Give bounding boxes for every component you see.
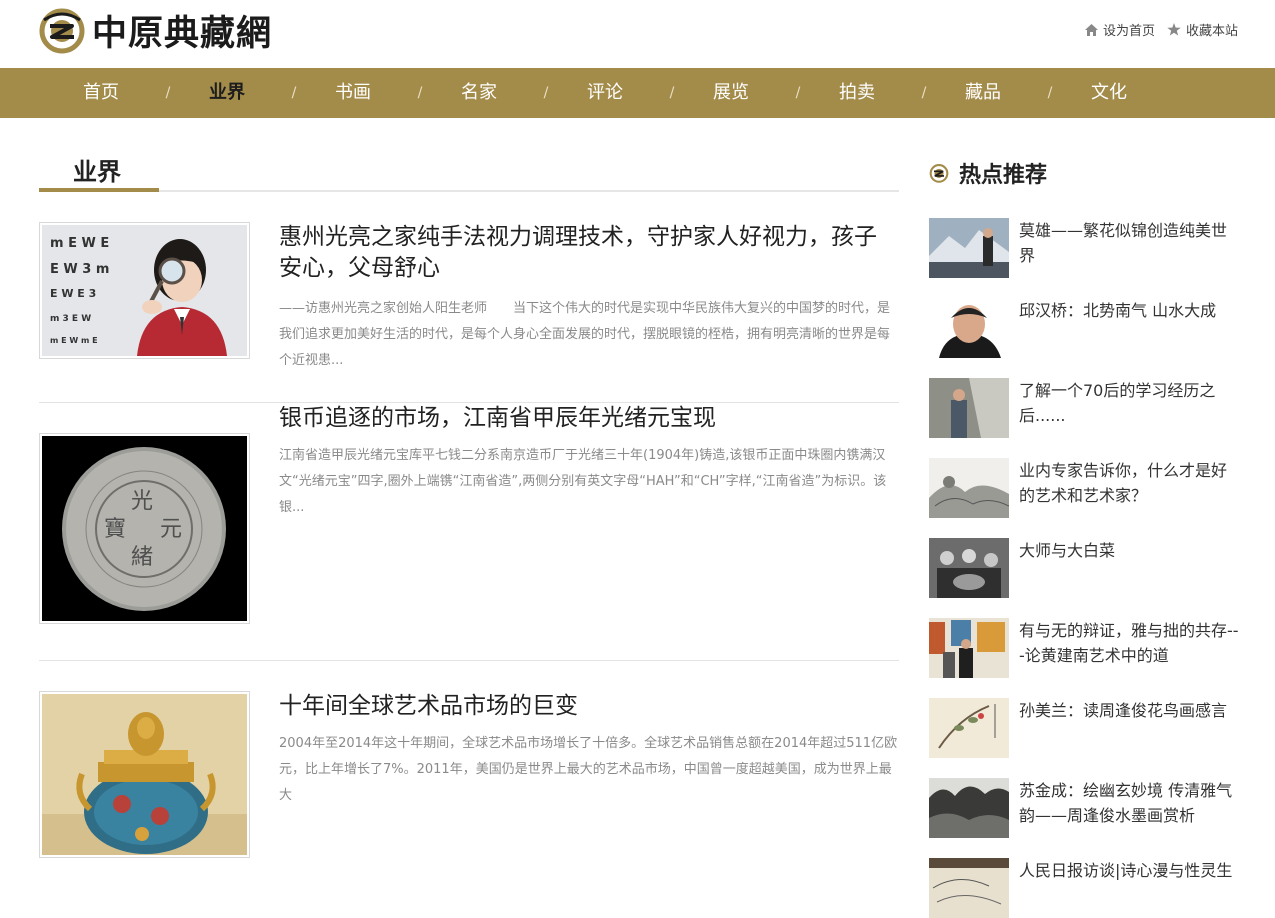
nav-item-painting[interactable]: 书画 xyxy=(335,68,371,118)
sidebar-thumbnail xyxy=(929,618,1009,678)
article-list-section: 业界 m E W E E W 3 m E W E 3 m 3 E W m E W… xyxy=(39,118,899,858)
sidebar-thumbnail xyxy=(929,298,1009,358)
article-title[interactable]: 惠州光亮之家纯手法视力调理技术，守护家人好视力，孩子安心，父母舒心 xyxy=(279,222,894,284)
nav-item-industry[interactable]: 业界 xyxy=(209,68,245,118)
nav-item-culture[interactable]: 文化 xyxy=(1091,68,1127,118)
section-title: 业界 xyxy=(73,158,121,186)
article-summary: 江南省造甲辰光绪元宝库平七钱二分系南京造币厂于光绪三十年(1904年)铸造,该银… xyxy=(279,448,887,515)
article-title[interactable]: 银币追逐的市场，江南省甲辰年光绪元宝现 xyxy=(279,403,894,434)
sidebar-item-title: 苏金成：绘幽玄妙境 传清雅气韵——周逢俊水墨画赏析 xyxy=(1019,781,1233,825)
sidebar-item[interactable]: 孙美兰：读周逢俊花鸟画感言 xyxy=(929,698,1239,758)
article-thumbnail[interactable]: 光 元 寶 緒 xyxy=(39,433,250,624)
sidebar-item[interactable]: 有与无的辩证，雅与拙的共存---论黄建南艺术中的道 xyxy=(929,618,1239,678)
silver-coin-image: 光 元 寶 緒 xyxy=(42,436,247,621)
logo-mark xyxy=(39,8,85,54)
sidebar-item[interactable]: 了解一个70后的学习经历之后...... xyxy=(929,378,1239,438)
home-icon xyxy=(1084,23,1098,36)
sidebar-item[interactable]: 邱汉桥：北势南气 山水大成 xyxy=(929,298,1239,358)
nav-separator: / xyxy=(669,85,675,101)
sidebar-item-title: 大师与大白菜 xyxy=(1019,541,1116,560)
bookmark-link[interactable]: 收藏本站 xyxy=(1167,20,1238,39)
sidebar-item-title: 邱汉桥：北势南气 山水大成 xyxy=(1019,301,1217,320)
nav-separator: / xyxy=(291,85,297,101)
svg-text:緒: 緒 xyxy=(131,545,153,570)
sidebar-item[interactable]: 大师与大白菜 xyxy=(929,538,1239,598)
svg-text:E W E 3: E W E 3 xyxy=(50,287,96,300)
sidebar-item-title: 人民日报访谈|诗心漫与性灵生 xyxy=(1019,861,1233,880)
sidebar-item-title: 有与无的辩证，雅与拙的共存---论黄建南艺术中的道 xyxy=(1019,621,1239,665)
sidebar-item-title: 莫雄——繁花似锦创造纯美世界 xyxy=(1019,221,1228,265)
sidebar-item-title: 业内专家告诉你，什么才是好的艺术和艺术家？ xyxy=(1019,461,1228,505)
section-title-underline xyxy=(39,188,159,192)
site-logo[interactable]: 中原典藏網 xyxy=(38,6,272,54)
sidebar-item-title: 了解一个70后的学习经历之后...... xyxy=(1019,381,1216,425)
article-thumbnail[interactable] xyxy=(39,691,250,858)
svg-text:寶: 寶 xyxy=(104,517,126,542)
article-item: m E W E E W 3 m E W E 3 m 3 E W m E W m … xyxy=(39,222,899,403)
sidebar-item[interactable]: 业内专家告诉你，什么才是好的艺术和艺术家？ xyxy=(929,458,1239,518)
site-header: 中原典藏網 设为首页 收藏本站 xyxy=(0,0,1275,68)
main-nav: 首页 / 业界 / 书画 / 名家 / 评论 / 展览 / 拍卖 / 藏品 / … xyxy=(0,68,1275,118)
nav-item-reviews[interactable]: 评论 xyxy=(587,68,623,118)
set-homepage-link[interactable]: 设为首页 xyxy=(1084,20,1155,39)
sidebar-thumbnail xyxy=(929,778,1009,838)
nav-separator: / xyxy=(921,85,927,101)
nav-separator: / xyxy=(795,85,801,101)
eye-chart-girl-image: m E W E E W 3 m E W E 3 m 3 E W m E W m … xyxy=(42,225,247,356)
section-header: 业界 xyxy=(39,118,899,192)
nav-item-auctions[interactable]: 拍卖 xyxy=(839,68,875,118)
bookmark-label: 收藏本站 xyxy=(1185,24,1238,39)
svg-text:m E W E: m E W E xyxy=(50,236,109,251)
star-icon xyxy=(1167,23,1181,36)
sidebar-item[interactable]: 人民日报访谈|诗心漫与性灵生 xyxy=(929,858,1239,918)
svg-text:光: 光 xyxy=(131,489,153,514)
svg-text:E W 3 m: E W 3 m xyxy=(50,262,109,277)
article-thumbnail[interactable]: m E W E E W 3 m E W E 3 m 3 E W m E W m … xyxy=(39,222,250,359)
svg-text:m 3 E W: m 3 E W xyxy=(50,314,91,324)
nav-separator: / xyxy=(417,85,423,101)
sidebar-item[interactable]: 苏金成：绘幽玄妙境 传清雅气韵——周逢俊水墨画赏析 xyxy=(929,778,1239,838)
sidebar-item[interactable]: 莫雄——繁花似锦创造纯美世界 xyxy=(929,218,1239,278)
sidebar-thumbnail xyxy=(929,858,1009,918)
cloisonne-vessel-image xyxy=(42,694,247,855)
sidebar-thumbnail xyxy=(929,378,1009,438)
article-item: 十年间全球艺术品市场的巨变 2004年至2014年这十年期间，全球艺术品市场增长… xyxy=(39,691,899,891)
sidebar-header: 热点推荐 xyxy=(929,157,1047,189)
svg-text:m E W m E: m E W m E xyxy=(50,336,98,345)
sidebar-title: 热点推荐 xyxy=(959,163,1048,188)
logo-mark-small-icon xyxy=(929,164,949,183)
svg-text:元: 元 xyxy=(160,517,182,542)
set-homepage-label: 设为首页 xyxy=(1102,24,1155,39)
nav-separator: / xyxy=(165,85,171,101)
sidebar-thumbnail xyxy=(929,698,1009,758)
sidebar-thumbnail xyxy=(929,458,1009,518)
sidebar-item-title: 孙美兰：读周逢俊花鸟画感言 xyxy=(1019,701,1228,720)
article-summary: 2004年至2014年这十年期间，全球艺术品市场增长了十倍多。全球艺术品销售总额… xyxy=(279,736,898,803)
nav-separator: / xyxy=(543,85,549,101)
nav-item-exhibitions[interactable]: 展览 xyxy=(713,68,749,118)
article-summary: ——访惠州光亮之家创始人阳生老师 当下这个伟大的时代是实现中华民族伟大复兴的中国… xyxy=(279,301,891,368)
nav-item-home[interactable]: 首页 xyxy=(83,68,119,118)
site-name: 中原典藏網 xyxy=(92,12,273,54)
article-title[interactable]: 十年间全球艺术品市场的巨变 xyxy=(279,691,894,722)
nav-separator: / xyxy=(1047,85,1053,101)
article-item: 光 元 寶 緒 银币追逐的市场，江南省甲辰年光绪元宝现 江南省造甲辰光绪元宝库平… xyxy=(39,403,899,661)
nav-item-collections[interactable]: 藏品 xyxy=(965,68,1001,118)
sidebar-thumbnail xyxy=(929,218,1009,278)
nav-item-masters[interactable]: 名家 xyxy=(461,68,497,118)
top-links: 设为首页 收藏本站 xyxy=(1073,20,1238,39)
sidebar-thumbnail xyxy=(929,538,1009,598)
